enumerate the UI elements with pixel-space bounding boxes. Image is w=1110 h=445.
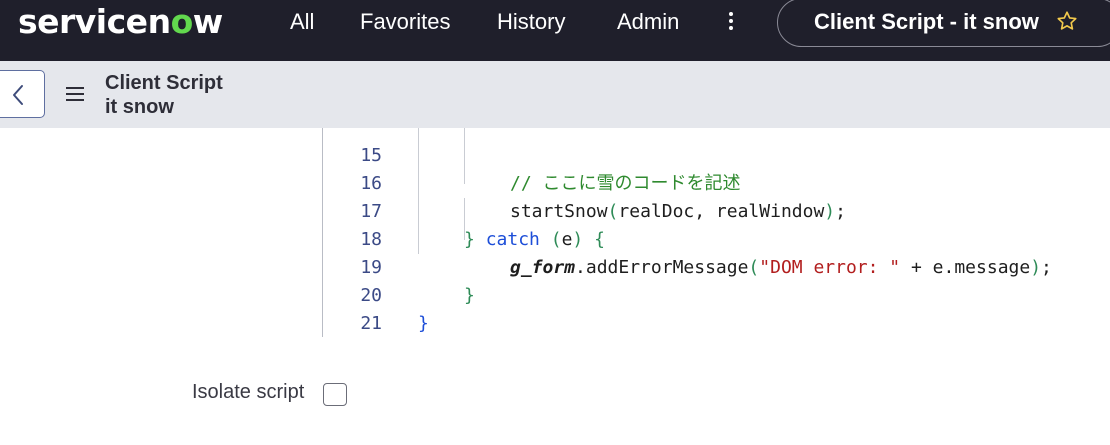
code-line: 16 startSnow(realDoc, realWindow);	[323, 142, 1110, 222]
nav-favorites[interactable]: Favorites	[360, 9, 450, 35]
code-line: 22 function startSnow(realDoc, realWindo…	[323, 310, 1110, 337]
isolate-script-checkbox[interactable]	[323, 383, 347, 406]
hamburger-icon[interactable]	[66, 87, 84, 101]
code-line: 15 // ここに雪のコードを記述	[323, 128, 1110, 194]
code-line: 18 g_form.addErrorMessage("DOM error: " …	[323, 198, 1110, 278]
script-code-editor[interactable]: 15 // ここに雪のコードを記述 16 startSnow(realDoc, …	[322, 128, 1110, 337]
code-line: 20 }	[323, 254, 1110, 334]
code-line: 19 }	[323, 226, 1110, 306]
nav-all[interactable]: All	[290, 9, 314, 35]
chevron-left-icon	[13, 85, 23, 105]
nav-admin[interactable]: Admin	[617, 9, 679, 35]
current-record-title: Client Script - it snow	[814, 9, 1039, 34]
more-menu-icon[interactable]	[724, 10, 738, 34]
favorite-star-icon[interactable]	[1056, 10, 1078, 32]
nav-history[interactable]: History	[497, 9, 565, 35]
record-header: Client Script it snow	[0, 61, 1110, 128]
top-navigation-bar: servicenow All Favorites History Admin C…	[0, 0, 1110, 61]
logo-text-accent: o	[170, 2, 194, 41]
isolate-script-label: Isolate script	[192, 381, 305, 403]
record-title: Client Script it snow	[105, 71, 223, 119]
record-type-label: Client Script	[105, 72, 223, 94]
back-button[interactable]	[0, 70, 45, 118]
code-line: 17 } catch (e) {	[323, 170, 1110, 250]
servicenow-logo[interactable]: servicenow	[18, 3, 223, 41]
logo-text-suffix: w	[192, 2, 224, 41]
current-record-pill[interactable]: Client Script - it snow	[777, 0, 1110, 47]
logo-text-prefix: servicen	[18, 2, 171, 41]
record-name-label: it snow	[105, 96, 174, 118]
code-line: 21	[323, 282, 1110, 334]
